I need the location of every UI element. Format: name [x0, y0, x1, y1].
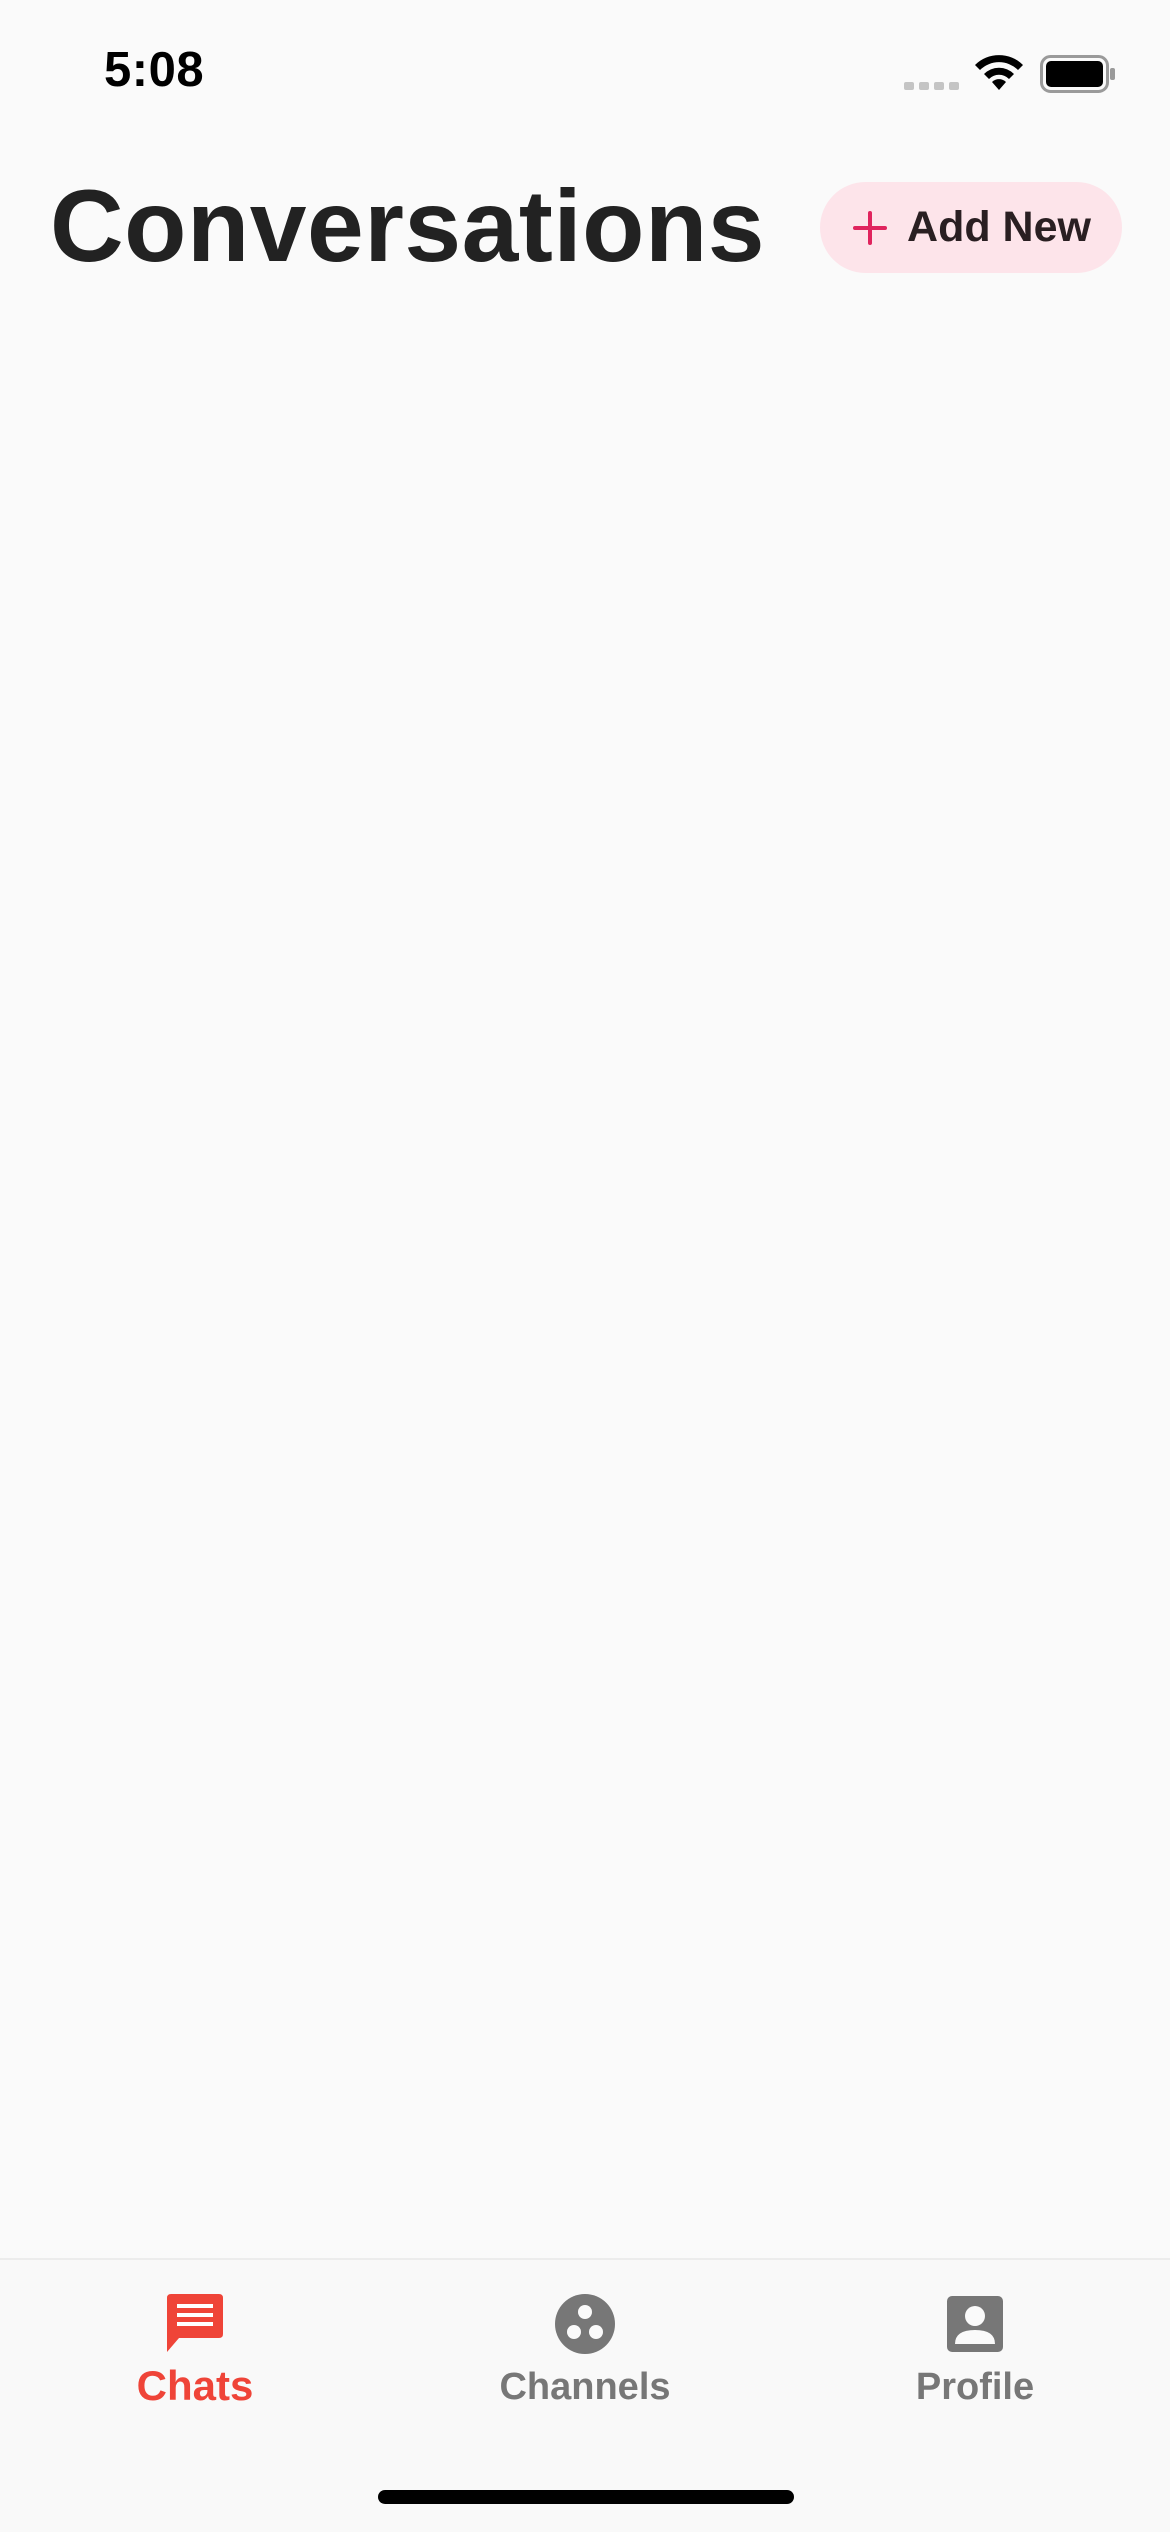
tab-channels[interactable]: Channels — [390, 2260, 780, 2460]
conversation-list — [0, 300, 1170, 2258]
add-new-label: Add New — [907, 203, 1091, 251]
chat-icon — [167, 2294, 223, 2352]
page-title: Conversations — [50, 169, 766, 283]
tab-label-chats: Chats — [136, 2362, 254, 2409]
status-bar: 5:08 — [0, 0, 1170, 150]
profile-icon — [947, 2296, 1003, 2352]
home-indicator — [378, 2490, 794, 2504]
channels-icon — [555, 2294, 615, 2354]
tab-chats[interactable]: Chats — [0, 2260, 390, 2460]
app-screen: 5:08 Conversations Add New Chats Channel… — [0, 0, 1170, 2532]
cellular-signal-icon — [904, 82, 959, 90]
plus-icon — [853, 210, 888, 245]
add-new-button[interactable]: Add New — [820, 182, 1122, 273]
tab-profile[interactable]: Profile — [780, 2260, 1170, 2460]
wifi-icon — [975, 55, 1023, 90]
battery-icon — [1040, 55, 1115, 93]
tab-label-profile: Profile — [915, 2366, 1035, 2408]
tab-label-channels: Channels — [499, 2366, 671, 2408]
status-time: 5:08 — [104, 43, 205, 97]
